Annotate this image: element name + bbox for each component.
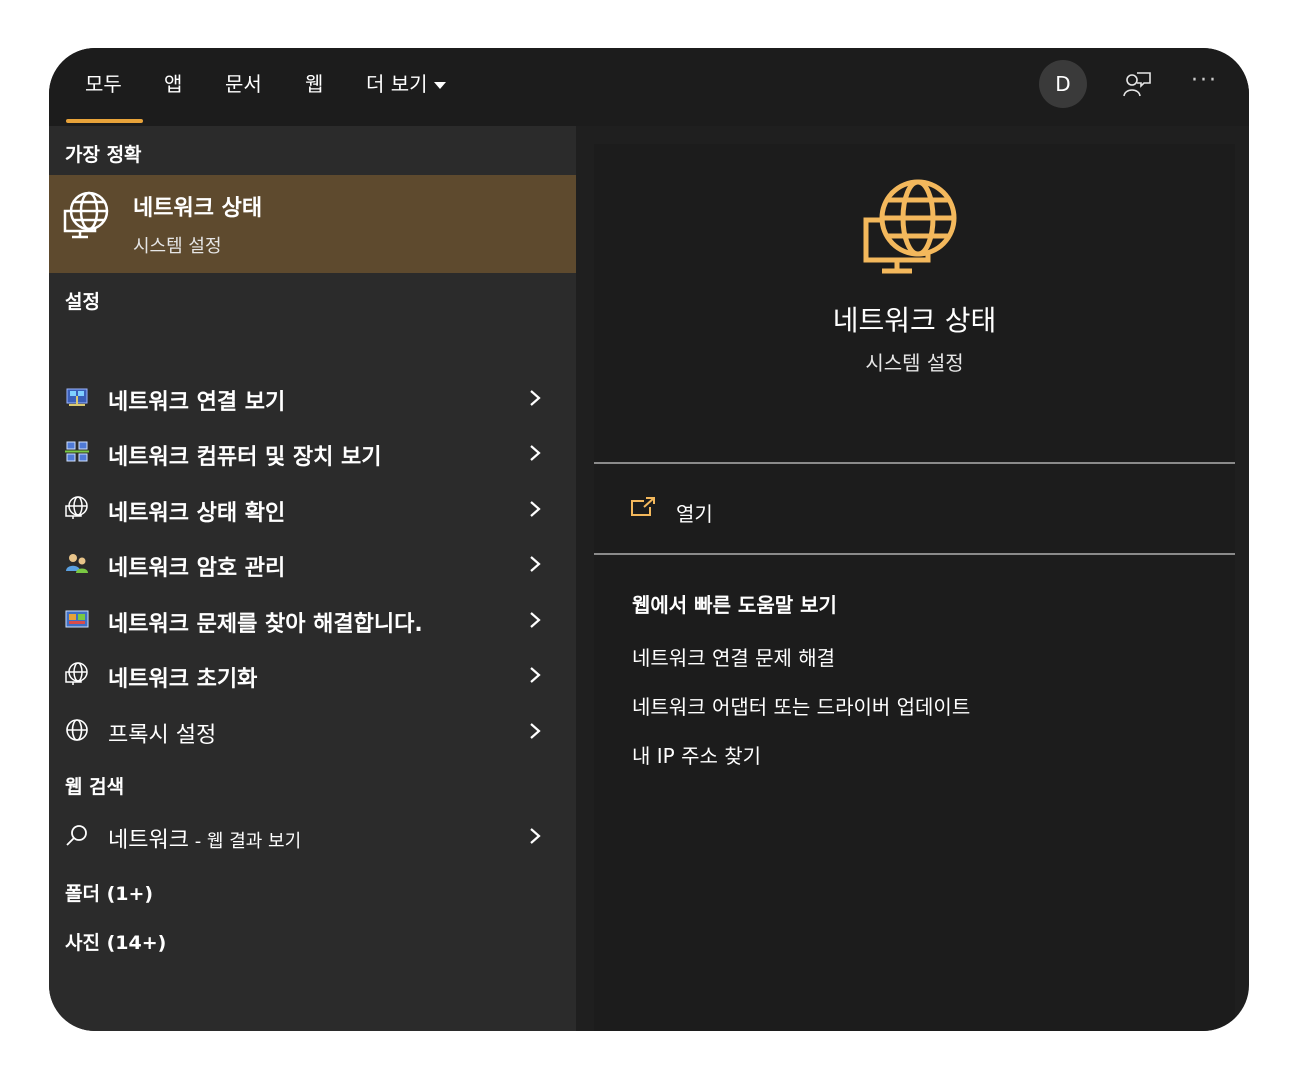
caret-down-icon xyxy=(433,82,446,89)
settings-heading: 설정 xyxy=(65,291,100,313)
tab-more[interactable]: 더 보기 xyxy=(366,70,446,98)
tab-more-label: 더 보기 xyxy=(366,72,428,96)
best-match-subtitle: 시스템 설정 xyxy=(133,236,222,257)
open-external-icon xyxy=(631,497,655,516)
network-connections-icon xyxy=(66,388,88,406)
settings-item-label: 네트워크 암호 관리 xyxy=(108,556,286,581)
web-search-item[interactable]: 네트워크 - 웹 결과 보기 xyxy=(49,811,576,863)
best-match-heading: 가장 정확 xyxy=(65,144,142,166)
tab-apps[interactable]: 앱 xyxy=(164,70,182,98)
network-globe-monitor-icon xyxy=(65,662,88,685)
settings-item-label: 프록시 설정 xyxy=(108,723,217,748)
divider xyxy=(594,553,1235,555)
web-help-link[interactable]: 내 IP 주소 찾기 xyxy=(632,740,761,769)
open-label: 열기 xyxy=(676,502,713,526)
search-window: 모두 앱 문서 웹 더 보기 D ··· 가장 정확 네트워크 상태 시스템 설… xyxy=(49,48,1249,1031)
settings-item-troubleshoot[interactable]: 네트워크 문제를 찾아 해결합니다. xyxy=(49,595,576,647)
chevron-right-icon xyxy=(530,556,541,572)
tab-web[interactable]: 웹 xyxy=(305,70,323,98)
web-search-suffix: - 웹 결과 보기 xyxy=(188,831,302,852)
feedback-icon[interactable] xyxy=(1123,70,1151,98)
more-options-icon[interactable]: ··· xyxy=(1191,68,1218,93)
network-computers-icon xyxy=(65,441,89,462)
web-search-heading: 웹 검색 xyxy=(65,776,125,798)
detail-pane: 네트워크 상태 시스템 설정 열기 웹에서 빠른 도움말 보기 네트워크 연결 … xyxy=(594,144,1235,1031)
troubleshoot-icon xyxy=(65,610,89,628)
chevron-right-icon xyxy=(530,723,541,739)
avatar[interactable]: D xyxy=(1039,60,1087,108)
tab-all[interactable]: 모두 xyxy=(85,70,122,98)
results-list: 가장 정확 네트워크 상태 시스템 설정 설정 네트워크 연결 보기 네트워크 … xyxy=(49,126,576,1031)
chevron-right-icon xyxy=(530,612,541,628)
detail-subtitle: 시스템 설정 xyxy=(865,351,964,375)
web-search-query: 네트워크 xyxy=(108,828,189,853)
settings-item-label: 네트워크 문제를 찾아 해결합니다. xyxy=(108,612,423,637)
settings-item-manage-passwords[interactable]: 네트워크 암호 관리 xyxy=(49,539,576,591)
settings-item-proxy[interactable]: 프록시 설정 xyxy=(49,706,576,758)
settings-item-label: 네트워크 초기화 xyxy=(108,667,258,692)
search-icon xyxy=(66,825,87,846)
settings-item-view-computers[interactable]: 네트워크 컴퓨터 및 장치 보기 xyxy=(49,428,576,480)
web-help-link[interactable]: 네트워크 어댑터 또는 드라이버 업데이트 xyxy=(632,691,970,720)
network-globe-monitor-icon xyxy=(863,179,957,274)
network-globe-monitor-icon xyxy=(65,496,88,519)
web-help-link[interactable]: 네트워크 연결 문제 해결 xyxy=(632,642,835,671)
tab-documents[interactable]: 문서 xyxy=(225,70,262,98)
best-match-item[interactable]: 네트워크 상태 시스템 설정 xyxy=(49,175,576,273)
web-search-label: 네트워크 - 웹 결과 보기 xyxy=(108,822,301,854)
folders-heading[interactable]: 폴더 (1+) xyxy=(65,879,153,906)
settings-item-network-reset[interactable]: 네트워크 초기화 xyxy=(49,650,576,702)
open-action[interactable]: 열기 xyxy=(630,494,930,526)
settings-item-label: 네트워크 상태 확인 xyxy=(108,501,286,526)
best-match-title: 네트워크 상태 xyxy=(133,196,263,221)
network-globe-monitor-icon xyxy=(63,191,109,239)
detail-title: 네트워크 상태 xyxy=(832,304,997,337)
photos-heading[interactable]: 사진 (14+) xyxy=(65,928,166,955)
top-bar: 모두 앱 문서 웹 더 보기 D ··· xyxy=(49,48,1249,126)
chevron-right-icon xyxy=(530,501,541,517)
chevron-right-icon xyxy=(530,445,541,461)
chevron-right-icon xyxy=(530,390,541,406)
settings-item-label: 네트워크 연결 보기 xyxy=(108,390,286,415)
chevron-right-icon xyxy=(530,828,541,844)
divider xyxy=(594,462,1235,464)
users-key-icon xyxy=(66,554,88,573)
active-tab-indicator xyxy=(66,119,143,123)
chevron-right-icon xyxy=(530,667,541,683)
globe-icon xyxy=(66,719,88,741)
settings-item-check-status[interactable]: 네트워크 상태 확인 xyxy=(49,484,576,536)
settings-item-view-connections[interactable]: 네트워크 연결 보기 xyxy=(49,373,576,425)
web-help-heading: 웹에서 빠른 도움말 보기 xyxy=(632,593,837,617)
settings-item-label: 네트워크 컴퓨터 및 장치 보기 xyxy=(108,445,382,470)
